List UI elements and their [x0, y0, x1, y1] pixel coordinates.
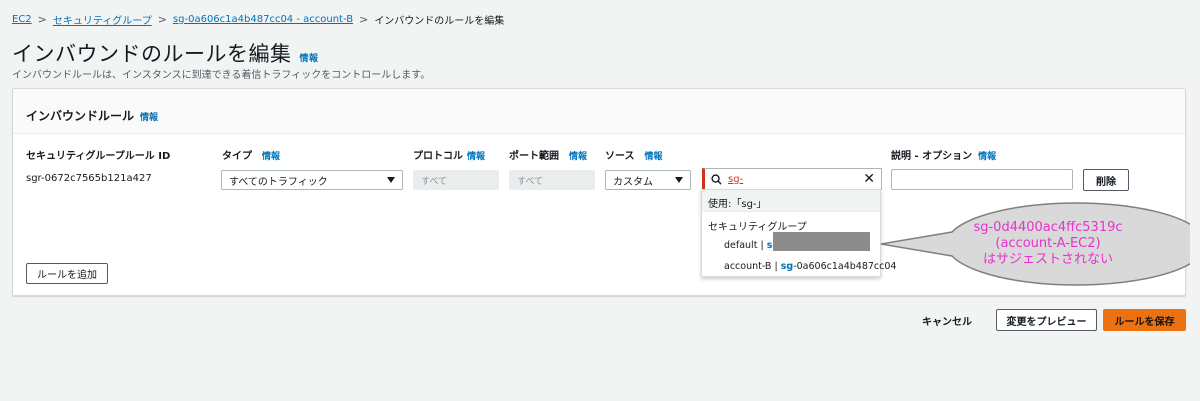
- col-description-label: 説明 - オプション: [891, 151, 973, 162]
- port-range-field: すべて: [509, 170, 595, 190]
- option-separator: |: [771, 261, 781, 272]
- col-protocol-info-link[interactable]: 情報: [467, 149, 485, 162]
- callout-line-1: sg-0d4400ac4ffc5319c: [973, 220, 1123, 235]
- page-title-text: インバウンドのルールを編集: [12, 42, 292, 66]
- col-port-range: ポート範囲 情報: [509, 147, 587, 162]
- chevron-right-icon: >: [37, 13, 47, 26]
- panel-title: インバウンドルール 情報: [26, 107, 158, 124]
- breadcrumb-security-group[interactable]: sg-0a606c1a4b487cc04 - account-B: [173, 14, 353, 25]
- callout-line-2: (account-A-EC2): [995, 236, 1101, 251]
- col-rule-id: セキュリティグループルール ID: [26, 147, 170, 162]
- preview-changes-button[interactable]: 変更をプレビュー: [996, 309, 1097, 331]
- search-icon: [711, 173, 722, 185]
- use-typed-value-option[interactable]: 使用:「sg-」: [702, 190, 880, 212]
- page-title: インバウンドのルールを編集 情報: [12, 38, 319, 68]
- col-protocol: プロトコル 情報: [413, 147, 485, 162]
- redaction-box: [773, 232, 870, 251]
- type-select[interactable]: すべてのトラフィック: [221, 170, 403, 190]
- source-search-value: sg-: [728, 173, 744, 185]
- option-match: sg: [780, 261, 794, 272]
- col-protocol-label: プロトコル: [413, 151, 463, 162]
- breadcrumb-ec2[interactable]: EC2: [12, 14, 32, 25]
- col-description: 説明 - オプション 情報: [891, 147, 996, 162]
- panel-header: [13, 89, 1185, 134]
- description-input[interactable]: [891, 169, 1073, 190]
- delete-button[interactable]: 削除: [1083, 169, 1129, 191]
- add-rule-button[interactable]: ルールを追加: [26, 263, 108, 284]
- rule-id-value: sgr-0672c7565b121a427: [26, 173, 152, 184]
- page-description: インバウンドルールは、インスタンスに到達できる着信トラフィックをコントロールしま…: [12, 70, 431, 81]
- option-separator: |: [757, 240, 767, 251]
- breadcrumb-security-groups[interactable]: セキュリティグループ: [53, 12, 152, 27]
- col-source: ソース 情報: [605, 147, 663, 162]
- chevron-right-icon: >: [359, 13, 369, 26]
- type-select-value: すべてのトラフィック: [229, 176, 328, 188]
- caret-down-icon: [387, 177, 395, 183]
- panel-title-text: インバウンドルール: [26, 109, 135, 123]
- col-type: タイプ 情報: [222, 147, 280, 162]
- col-type-label: タイプ: [222, 151, 252, 162]
- col-type-info-link[interactable]: 情報: [262, 149, 280, 162]
- callout-text: sg-0d4400ac4ffc5319c (account-A-EC2) はサジ…: [948, 220, 1148, 268]
- source-type-value: カスタム: [613, 176, 653, 188]
- col-source-label: ソース: [605, 151, 635, 162]
- col-port-range-info-link[interactable]: 情報: [569, 149, 587, 162]
- col-source-info-link[interactable]: 情報: [645, 149, 663, 162]
- panel-info-link[interactable]: 情報: [140, 110, 158, 123]
- breadcrumb: EC2 > セキュリティグループ > sg-0a606c1a4b487cc04 …: [12, 12, 504, 27]
- col-port-range-label: ポート範囲: [509, 151, 559, 162]
- dropdown-group-label: セキュリティグループ: [708, 222, 807, 233]
- breadcrumb-current: インバウンドのルールを編集: [374, 16, 505, 27]
- cancel-button[interactable]: キャンセル: [922, 313, 972, 328]
- protocol-field: すべて: [413, 170, 499, 190]
- source-type-select[interactable]: カスタム: [605, 170, 691, 190]
- source-search-input[interactable]: sg- ✕: [702, 168, 882, 190]
- option-name: default: [724, 240, 758, 251]
- chevron-right-icon: >: [157, 13, 167, 26]
- callout-line-3: はサジェストされない: [982, 252, 1113, 267]
- option-name: account-B: [724, 261, 772, 272]
- clear-icon[interactable]: ✕: [863, 172, 875, 186]
- suggestion-account-b[interactable]: account-B | sg-0a606c1a4b487cc04: [724, 261, 896, 272]
- page-info-link[interactable]: 情報: [300, 51, 319, 64]
- col-description-info-link[interactable]: 情報: [978, 149, 996, 162]
- save-rules-button[interactable]: ルールを保存: [1103, 309, 1186, 331]
- col-rule-id-label: セキュリティグループルール ID: [26, 151, 171, 162]
- caret-down-icon: [675, 177, 683, 183]
